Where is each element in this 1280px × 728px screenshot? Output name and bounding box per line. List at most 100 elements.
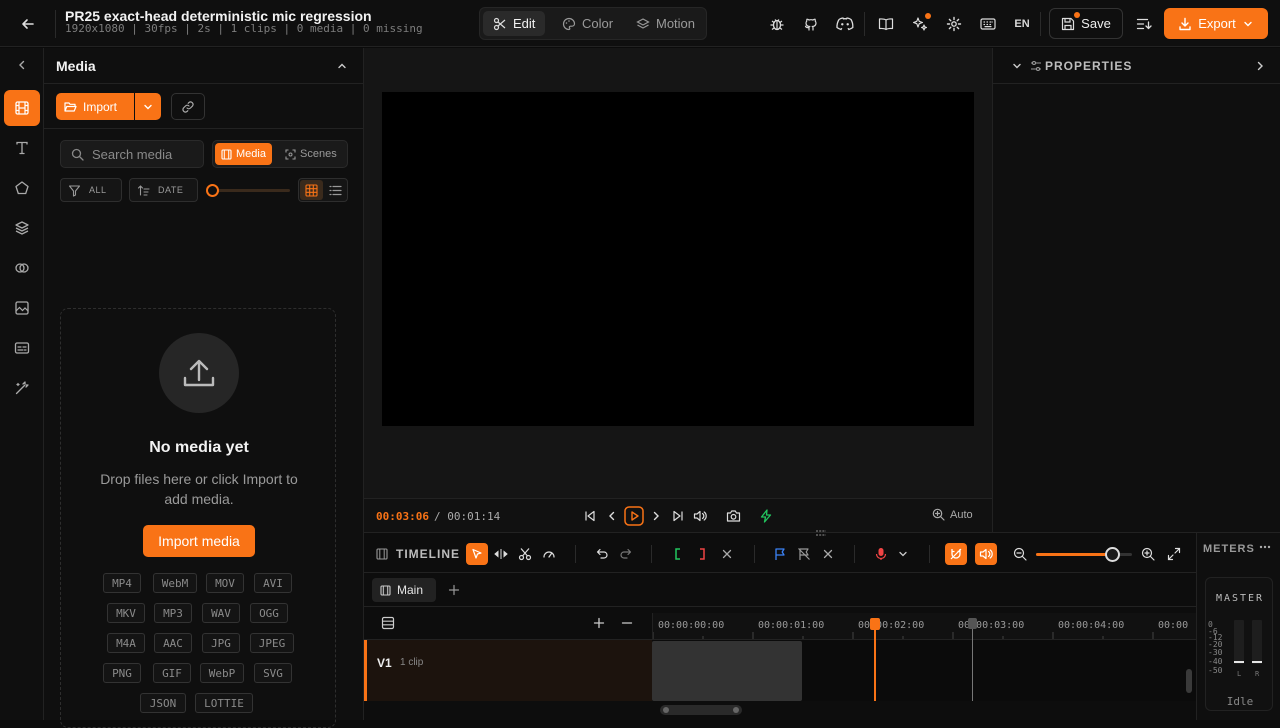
select-tool-button[interactable] — [466, 543, 488, 565]
collapse-panel-button[interactable] — [4, 48, 40, 82]
save-button[interactable]: Save — [1049, 8, 1123, 39]
queue-button[interactable] — [1130, 10, 1158, 38]
filter-button[interactable]: ALL — [60, 178, 122, 202]
tab-motion[interactable]: Motion — [626, 11, 705, 36]
play-button[interactable] — [623, 505, 645, 527]
sort-button[interactable]: DATE — [129, 178, 198, 202]
meters-menu-button[interactable] — [1253, 535, 1277, 559]
sliders-icon — [1031, 60, 1041, 72]
performance-mode-button[interactable] — [755, 505, 777, 527]
resize-handle-icon[interactable] — [814, 529, 828, 537]
tab-media[interactable]: Media — [215, 143, 272, 165]
remove-marker-button[interactable] — [793, 543, 815, 565]
search-input[interactable] — [92, 146, 202, 162]
meter-channel-left — [1234, 620, 1244, 664]
rail-effects[interactable] — [4, 370, 40, 406]
snapping-toggle[interactable] — [945, 543, 967, 565]
rail-text[interactable] — [4, 130, 40, 166]
settings-button[interactable] — [940, 10, 968, 38]
add-sequence-button[interactable] — [443, 579, 465, 601]
bug-report-button[interactable] — [763, 10, 791, 38]
redo-button[interactable] — [615, 543, 637, 565]
playhead-handle[interactable] — [870, 618, 880, 630]
import-button[interactable]: Import — [56, 93, 134, 120]
tab-edit[interactable]: Edit — [483, 11, 546, 36]
ripple-tool-button[interactable] — [490, 543, 512, 565]
discord-button[interactable] — [831, 10, 859, 38]
audio-scrub-toggle[interactable] — [975, 543, 997, 565]
add-track-button[interactable] — [588, 612, 610, 634]
import-url-button[interactable] — [171, 93, 205, 120]
zoom-in-button[interactable] — [1137, 543, 1159, 565]
github-button[interactable] — [797, 10, 825, 38]
preview-zoom-button[interactable]: Auto — [932, 508, 973, 521]
zoom-out-button[interactable] — [1009, 543, 1031, 565]
ruler-label: 00:00:04:00 — [1058, 620, 1125, 631]
mark-out-button[interactable] — [691, 543, 713, 565]
thumbnail-size-slider[interactable] — [210, 189, 290, 192]
preview-canvas[interactable] — [382, 92, 974, 426]
media-drop-zone[interactable]: No media yet Drop files here or click Im… — [60, 308, 336, 728]
undo-button[interactable] — [591, 543, 613, 565]
record-options-button[interactable] — [892, 543, 914, 565]
gear-icon — [946, 16, 962, 32]
sequence-end-marker[interactable] — [968, 618, 977, 629]
timeline-hscroll-thumb[interactable] — [660, 705, 742, 715]
fullscreen-timeline-button[interactable] — [1163, 543, 1185, 565]
ai-assist-button[interactable] — [906, 10, 934, 38]
panel-title: Media — [56, 58, 96, 74]
add-marker-button[interactable] — [769, 543, 791, 565]
timeline-vscroll-thumb[interactable] — [1186, 669, 1192, 693]
speed-tool-button[interactable] — [538, 543, 560, 565]
timeline-clip[interactable] — [652, 641, 802, 701]
rail-layers[interactable] — [4, 210, 40, 246]
sort-icon — [137, 184, 150, 196]
razor-tool-button[interactable] — [514, 543, 536, 565]
thumbnail-size-thumb[interactable] — [206, 184, 219, 197]
close-properties-button[interactable] — [1246, 52, 1274, 80]
collapse-media-button[interactable] — [328, 52, 356, 80]
export-button[interactable]: Export — [1164, 8, 1268, 39]
timeline-zoom-thumb[interactable] — [1104, 547, 1120, 562]
back-button[interactable] — [14, 12, 42, 36]
rail-captions[interactable] — [4, 330, 40, 366]
mark-in-button[interactable] — [667, 543, 689, 565]
scroll-handle-left[interactable] — [663, 707, 669, 713]
rail-stickers[interactable] — [4, 290, 40, 326]
chevron-right-icon — [653, 511, 659, 521]
track-menu-button[interactable] — [377, 612, 399, 634]
import-dropdown-button[interactable] — [135, 93, 161, 120]
tab-color[interactable]: Color — [552, 11, 623, 36]
list-view-button[interactable] — [324, 180, 347, 200]
divider — [44, 83, 364, 84]
track-header-v1[interactable]: V1 1 clip — [364, 640, 652, 701]
prev-frame-button[interactable] — [601, 505, 623, 527]
snapshot-button[interactable] — [722, 505, 744, 527]
record-voiceover-button[interactable] — [870, 543, 892, 565]
go-to-end-button[interactable] — [667, 505, 689, 527]
rail-transitions[interactable] — [4, 250, 40, 286]
language-button[interactable]: EN — [1008, 10, 1036, 38]
transitions-icon — [15, 263, 29, 273]
grid-view-button[interactable] — [300, 180, 323, 200]
divider — [864, 12, 865, 36]
sequence-tab-main[interactable]: Main — [372, 578, 436, 602]
shortcuts-button[interactable] — [974, 10, 1002, 38]
rail-media[interactable] — [4, 90, 40, 126]
collapse-properties-button[interactable] — [1003, 52, 1031, 80]
rail-shapes[interactable] — [4, 170, 40, 206]
audio-meters-panel: METERS MASTER 0 -6 -12 -20 -30 -40 -50 L… — [1196, 532, 1280, 720]
go-to-start-button[interactable] — [579, 505, 601, 527]
docs-button[interactable] — [872, 10, 900, 38]
clear-marks-button[interactable] — [716, 543, 738, 565]
import-media-button[interactable]: Import media — [143, 525, 255, 557]
chevron-down-icon — [144, 104, 152, 109]
format-chip: LOTTIE — [195, 693, 253, 713]
remove-track-button[interactable] — [616, 612, 638, 634]
ripple-icon — [494, 549, 508, 559]
tab-scenes[interactable]: Scenes — [279, 143, 343, 165]
volume-button[interactable] — [689, 505, 711, 527]
clear-markers-button[interactable] — [817, 543, 839, 565]
scroll-handle-right[interactable] — [733, 707, 739, 713]
next-frame-button[interactable] — [645, 505, 667, 527]
